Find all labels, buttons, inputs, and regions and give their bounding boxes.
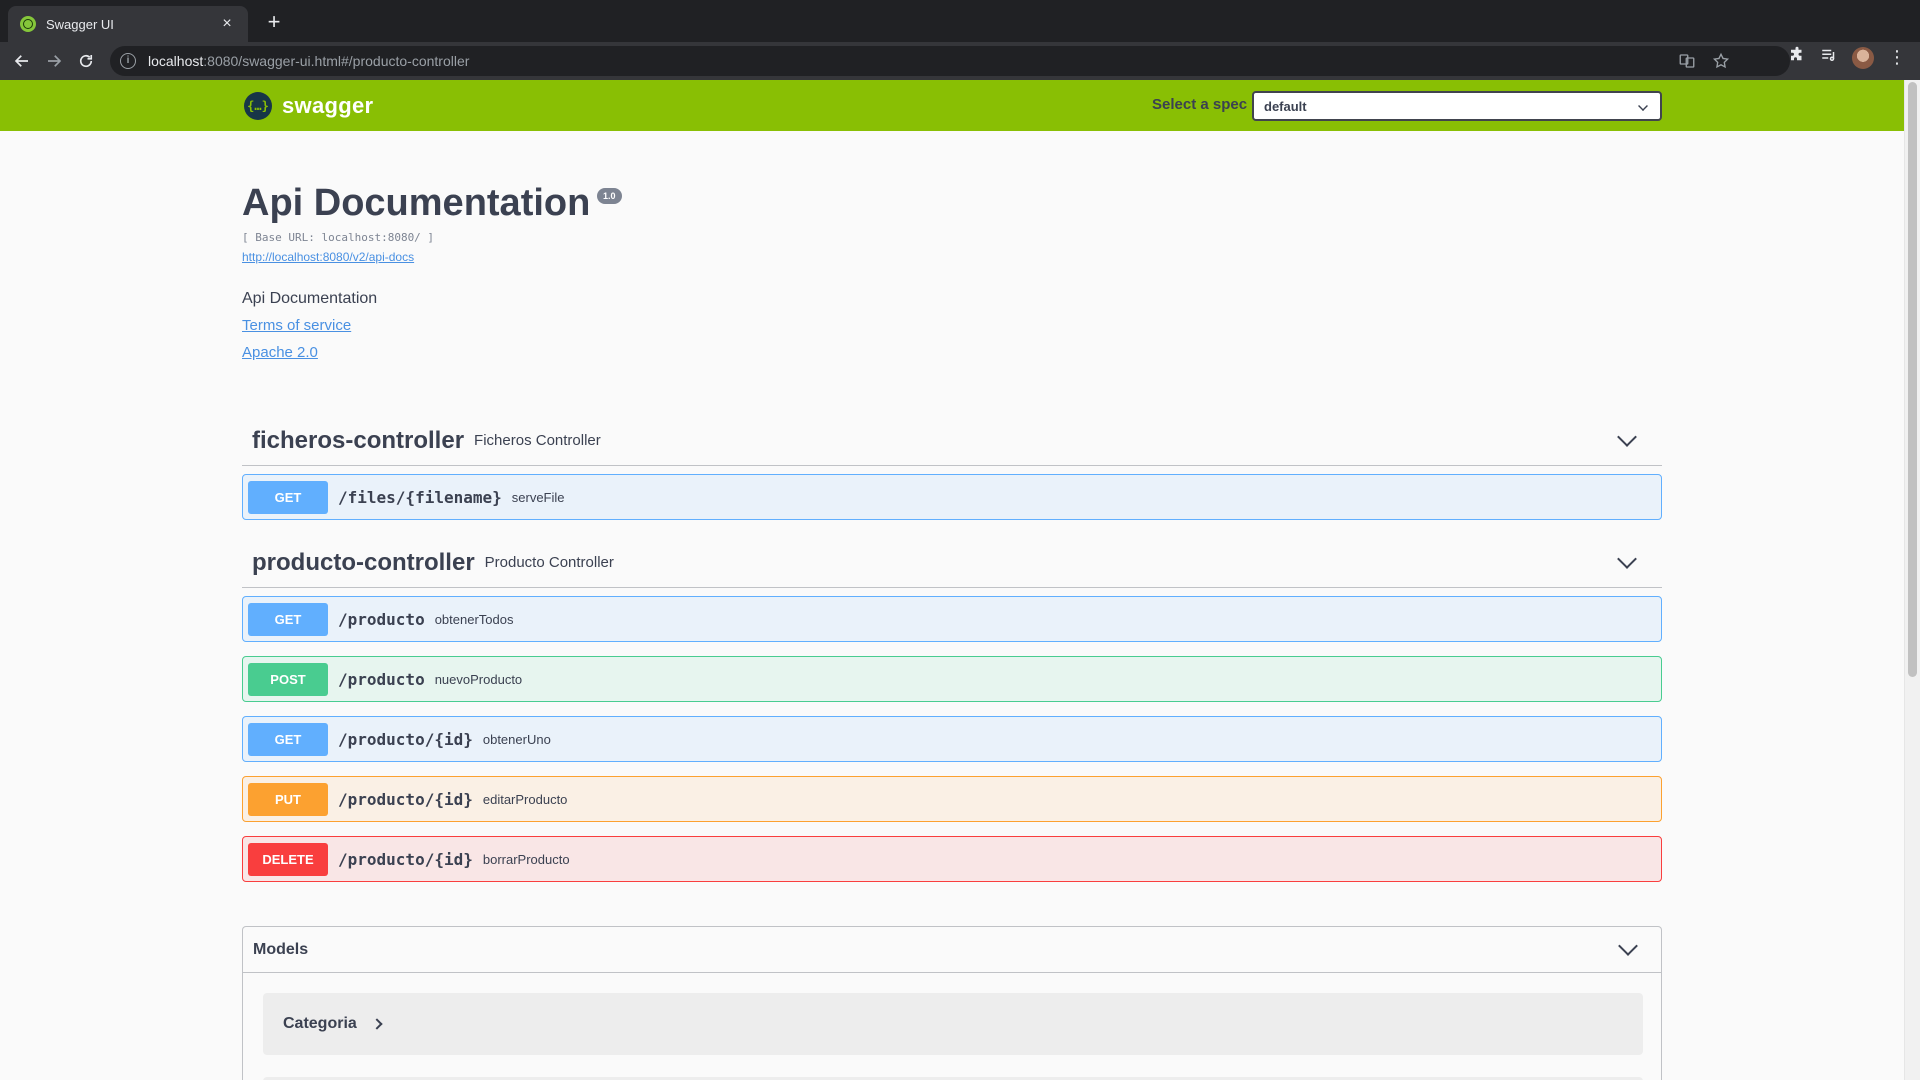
url-host: localhost: [148, 53, 204, 69]
operation-summary: obtenerUno: [482, 731, 551, 747]
operation-path: /producto/{id}: [338, 789, 473, 809]
swagger-topbar: {…} swagger Select a spec default: [0, 80, 1904, 131]
operation-summary: editarProducto: [482, 791, 568, 807]
tab-title: Swagger UI: [46, 16, 114, 32]
swagger-logo-icon: {…}: [244, 92, 272, 120]
license-link[interactable]: Apache 2.0: [242, 344, 318, 361]
operation-path: /producto: [338, 669, 425, 689]
site-info-icon[interactable]: i: [120, 53, 136, 69]
operation-summary: borrarProducto: [482, 851, 570, 867]
chevron-down-icon[interactable]: [1618, 936, 1638, 956]
select-spec-label: Select a spec: [1152, 96, 1248, 113]
operation-path: /producto/{id}: [338, 849, 473, 869]
operation-get-producto-id[interactable]: GET /producto/{id} obtenerUno: [242, 716, 1662, 762]
translate-icon[interactable]: [1678, 52, 1696, 70]
tag-ficheros-controller[interactable]: ficheros-controller Ficheros Controller: [242, 416, 1662, 466]
operation-get-files-filename[interactable]: GET /files/{filename} serveFile: [242, 474, 1662, 520]
url-path: :8080/swagger-ui.html#/producto-controll…: [203, 53, 470, 69]
tag-name: ficheros-controller: [252, 426, 465, 454]
api-docs-link[interactable]: http://localhost:8080/v2/api-docs: [242, 250, 414, 264]
operation-path: /producto: [338, 609, 425, 629]
method-badge: PUT: [248, 782, 328, 816]
tag-name: producto-controller: [252, 548, 475, 576]
operation-summary: serveFile: [511, 489, 565, 505]
operation-delete-producto-id[interactable]: DELETE /producto/{id} borrarProducto: [242, 836, 1662, 882]
media-queue-icon[interactable]: [1820, 46, 1838, 69]
browser-tab-bar: Swagger UI × +: [0, 0, 1920, 42]
swagger-logo[interactable]: {…} swagger: [244, 92, 373, 120]
api-title: Api Documentation: [242, 182, 591, 224]
tag-description: Ficheros Controller: [474, 432, 601, 449]
back-arrow-icon[interactable]: [6, 45, 38, 77]
method-badge: GET: [248, 722, 328, 756]
spec-select-value: default: [1264, 98, 1307, 114]
model-categoria[interactable]: Categoria: [263, 993, 1643, 1055]
operation-path: /files/{filename}: [338, 487, 502, 507]
extensions-puzzle-icon[interactable]: [1788, 46, 1806, 69]
operation-put-producto-id[interactable]: PUT /producto/{id} editarProducto: [242, 776, 1662, 822]
reload-icon[interactable]: [70, 45, 102, 77]
api-description: Api Documentation: [242, 290, 378, 307]
operation-summary: obtenerTodos: [434, 611, 514, 627]
tag-description: Producto Controller: [484, 554, 614, 571]
new-tab-button[interactable]: +: [262, 10, 286, 34]
tab-close-icon[interactable]: ×: [218, 15, 236, 33]
browser-tab[interactable]: Swagger UI ×: [8, 6, 248, 42]
browser-menu-icon[interactable]: ⋮: [1888, 47, 1906, 68]
models-section: Models Categoria: [242, 926, 1662, 1080]
model-name: Categoria: [283, 1015, 357, 1032]
models-header[interactable]: Models: [243, 927, 1661, 973]
version-badge: 1.0: [597, 188, 622, 204]
profile-avatar[interactable]: [1852, 46, 1874, 69]
scrollbar-thumb[interactable]: [1908, 82, 1917, 677]
toolbar-right-icons: ⋮: [1788, 46, 1906, 69]
models-title: Models: [253, 940, 309, 958]
method-badge: GET: [248, 602, 328, 636]
chevron-right-icon: [371, 1018, 383, 1030]
terms-of-service-link[interactable]: Terms of service: [242, 317, 351, 334]
address-bar[interactable]: i localhost:8080/swagger-ui.html#/produc…: [110, 46, 1790, 76]
swagger-logo-text: swagger: [282, 93, 374, 118]
chevron-down-icon[interactable]: [1617, 549, 1637, 569]
operation-get-producto[interactable]: GET /producto obtenerTodos: [242, 596, 1662, 642]
operation-post-producto[interactable]: POST /producto nuevoProducto: [242, 656, 1662, 702]
chevron-down-icon: [1638, 101, 1648, 111]
bookmark-star-icon[interactable]: [1712, 52, 1730, 70]
operation-summary: nuevoProducto: [434, 671, 523, 687]
spec-select[interactable]: default: [1252, 91, 1662, 121]
operation-path: /producto/{id}: [338, 729, 473, 749]
browser-toolbar: i localhost:8080/swagger-ui.html#/produc…: [0, 42, 1920, 80]
forward-arrow-icon[interactable]: [38, 45, 70, 77]
chevron-down-icon[interactable]: [1617, 427, 1637, 447]
page-scrollbar[interactable]: [1904, 80, 1920, 1080]
method-badge: POST: [248, 662, 328, 696]
method-badge: DELETE: [248, 842, 328, 876]
method-badge: GET: [248, 480, 328, 514]
swagger-favicon-icon: [20, 16, 36, 32]
tag-producto-controller[interactable]: producto-controller Producto Controller: [242, 538, 1662, 588]
base-url: [ Base URL: localhost:8080/ ]: [242, 231, 435, 244]
